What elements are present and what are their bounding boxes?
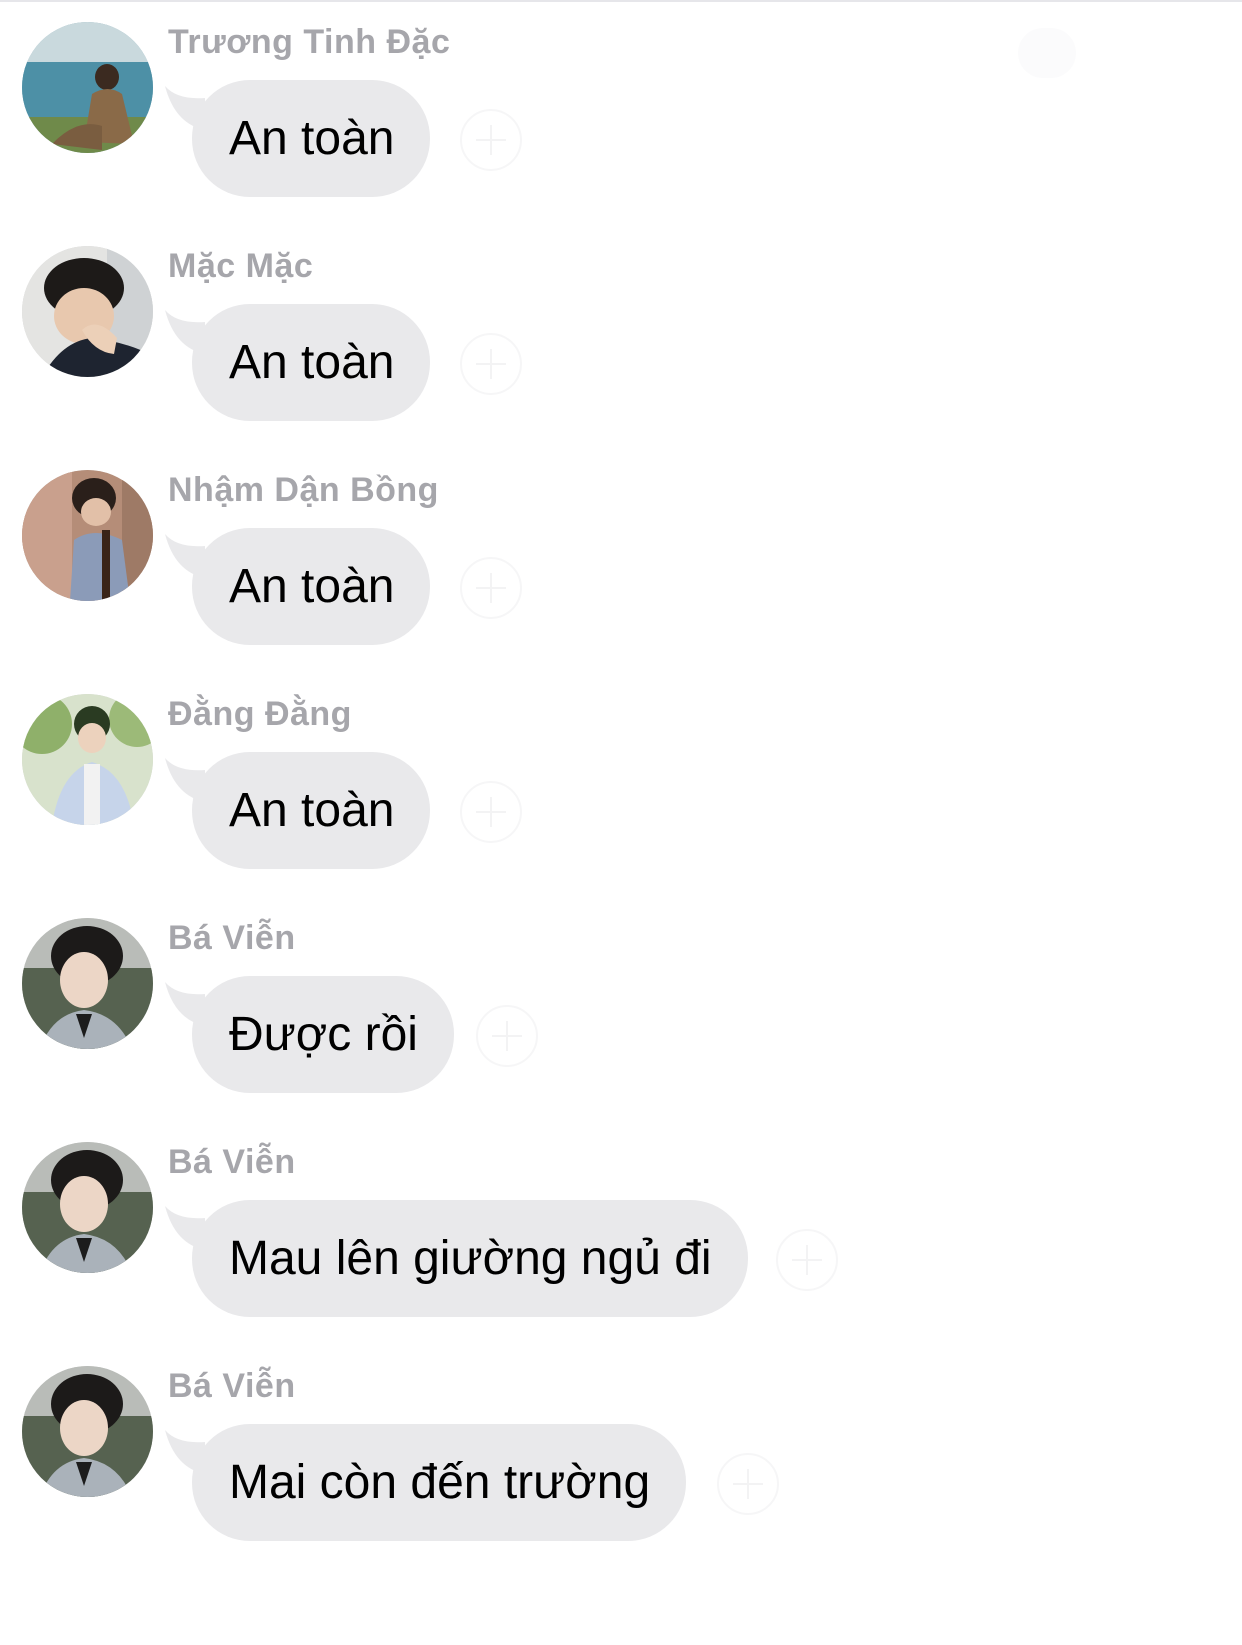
sender-name: Đằng Đằng	[168, 695, 352, 733]
sender-name: Bá Viễn	[168, 919, 296, 957]
sender-name: Nhậm Dận Bồng	[168, 471, 439, 509]
avatar-photo	[22, 918, 153, 1049]
message-row: Mặc Mặc An toàn	[0, 224, 1242, 448]
add-reaction-icon[interactable]	[460, 781, 522, 843]
message-bubble[interactable]: An toàn	[192, 304, 431, 421]
message-row: Bá Viễn Được rồi	[0, 896, 1242, 1120]
add-reaction-icon[interactable]	[717, 1453, 779, 1515]
sender-name: Bá Viễn	[168, 1143, 296, 1181]
avatar-photo	[22, 694, 153, 825]
message-row: Trương Tinh Đặc An toàn	[0, 0, 1242, 224]
message-row: Nhậm Dận Bồng An toàn	[0, 448, 1242, 672]
message-row: Đằng Đằng An toàn	[0, 672, 1242, 896]
avatar[interactable]	[22, 918, 153, 1049]
message-bubble[interactable]: An toàn	[192, 528, 431, 645]
add-reaction-icon[interactable]	[460, 557, 522, 619]
message-bubble[interactable]: Mai còn đến trường	[192, 1424, 687, 1541]
avatar[interactable]	[22, 22, 153, 153]
avatar[interactable]	[22, 1142, 153, 1273]
avatar-photo	[22, 1142, 153, 1273]
avatar-photo	[22, 22, 153, 153]
avatar[interactable]	[22, 694, 153, 825]
message-bubble[interactable]: An toàn	[192, 80, 431, 197]
avatar-photo	[22, 246, 153, 377]
message-bubble[interactable]: Được rồi	[192, 976, 454, 1093]
avatar[interactable]	[22, 246, 153, 377]
message-list[interactable]: Trương Tinh Đặc An toàn Mặc Mặc An toàn …	[0, 0, 1242, 1645]
add-reaction-icon[interactable]	[460, 109, 522, 171]
avatar[interactable]	[22, 470, 153, 601]
add-reaction-icon[interactable]	[460, 333, 522, 395]
sender-name: Mặc Mặc	[168, 247, 314, 285]
message-bubble[interactable]: Mau lên giường ngủ đi	[192, 1200, 748, 1317]
sender-name: Trương Tinh Đặc	[168, 23, 451, 61]
avatar-photo	[22, 1366, 153, 1497]
add-reaction-icon[interactable]	[776, 1229, 838, 1291]
sender-name: Bá Viễn	[168, 1367, 296, 1405]
avatar[interactable]	[22, 1366, 153, 1497]
add-reaction-icon[interactable]	[476, 1005, 538, 1067]
message-bubble[interactable]: An toàn	[192, 752, 431, 869]
message-row: Bá Viễn Mau lên giường ngủ đi	[0, 1120, 1242, 1344]
avatar-photo	[22, 470, 153, 601]
message-row: Bá Viễn Mai còn đến trường	[0, 1344, 1242, 1568]
